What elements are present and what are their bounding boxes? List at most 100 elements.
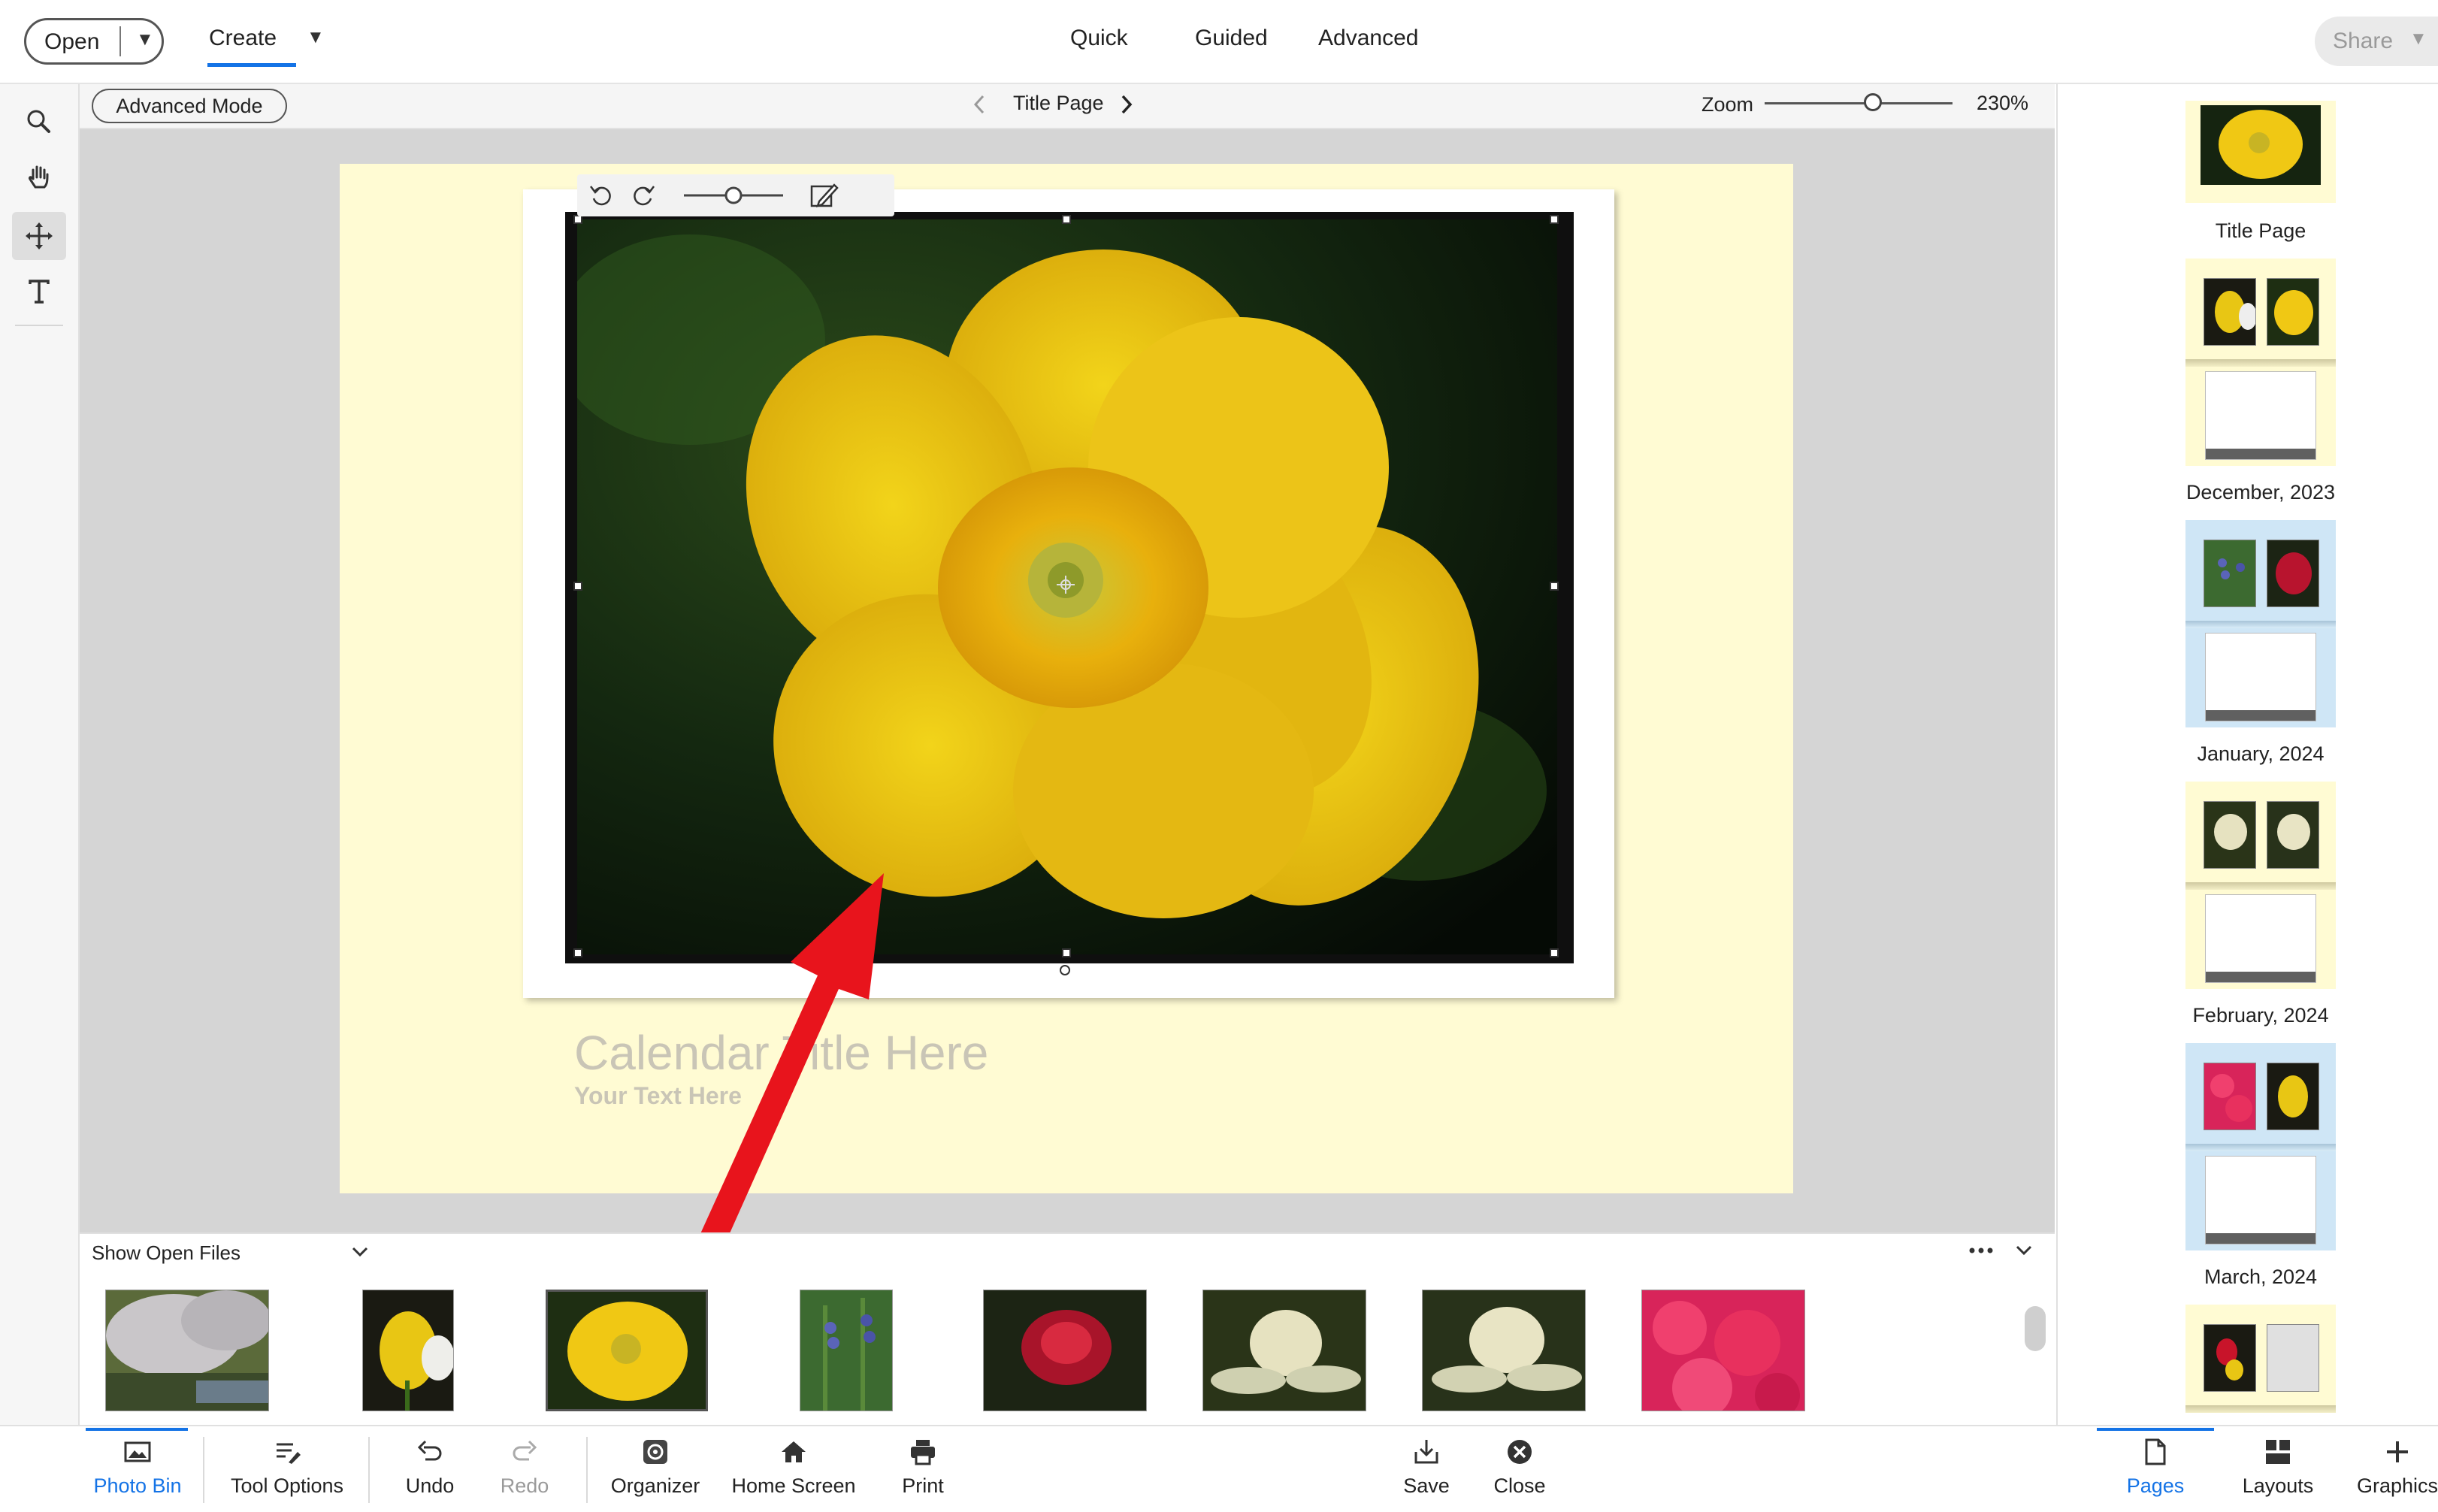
type-tool[interactable]	[12, 268, 66, 316]
layouts-label: Layouts	[2242, 1474, 2314, 1497]
edit-image-icon[interactable]	[809, 182, 839, 210]
title-page-preview	[2185, 101, 2336, 203]
bin-photo-yellow-buttercup[interactable]	[546, 1290, 708, 1411]
december-mini-photo-2	[2267, 278, 2319, 346]
print-icon	[911, 1440, 935, 1465]
mode-tab-quick[interactable]: Quick	[1070, 26, 1128, 51]
rotate-handle-icon[interactable]	[1058, 963, 1072, 977]
advanced-mode-button[interactable]: Advanced Mode	[92, 89, 287, 123]
february-mini-photo-2	[2267, 801, 2319, 869]
type-icon	[29, 280, 50, 304]
open-dropdown-caret-icon[interactable]: ▼	[136, 29, 154, 50]
march-calendar-grid	[2205, 1156, 2316, 1244]
photo-bin-button[interactable]: Photo Bin	[90, 1437, 185, 1498]
zoom-value: 230%	[1977, 92, 2029, 114]
bin-photo-red-waratah[interactable]	[983, 1290, 1147, 1411]
page-thumb-title[interactable]	[2185, 101, 2336, 203]
hand-tool[interactable]	[12, 153, 66, 201]
image-size-slider[interactable]	[682, 185, 785, 206]
selection-handle-mr[interactable]	[1550, 582, 1559, 591]
graphics-label: Graphics	[2356, 1474, 2438, 1497]
december-divider	[2185, 359, 2336, 367]
selection-handle-tr[interactable]	[1550, 215, 1559, 224]
january-mini-photo-1	[2204, 540, 2256, 607]
march-calendar-half	[2185, 1151, 2336, 1250]
photo-bin-header	[80, 1232, 2055, 1275]
layouts-button[interactable]: Layouts	[2237, 1437, 2319, 1498]
share-button[interactable]: Share ▼	[2315, 17, 2438, 66]
redo-icon	[513, 1440, 537, 1461]
save-button[interactable]: Save	[1395, 1437, 1458, 1498]
january-calendar-grid	[2205, 633, 2316, 721]
bottom-bar	[0, 1425, 2438, 1512]
bin-photo-yellow-tulip[interactable]	[362, 1290, 454, 1411]
open-button-divider	[119, 26, 121, 56]
january-mini-photo-2	[2267, 540, 2319, 607]
rotate-left-icon[interactable]	[588, 182, 615, 209]
move-icon	[26, 222, 53, 249]
tool-options-button[interactable]: Tool Options	[225, 1437, 349, 1498]
close-button[interactable]: Close	[1488, 1437, 1551, 1498]
chevron-down-icon[interactable]	[349, 1244, 371, 1259]
february-mini-photo-1	[2204, 801, 2256, 869]
rotate-right-icon[interactable]	[630, 182, 657, 209]
selection-handle-ml[interactable]	[573, 582, 582, 591]
bluebells-thumbnail	[800, 1290, 892, 1411]
move-tool[interactable]	[12, 212, 66, 260]
close-label: Close	[1493, 1474, 1546, 1497]
bin-photo-white-waratah-2[interactable]	[1422, 1290, 1586, 1411]
zoom-slider-track[interactable]	[1765, 102, 1953, 104]
pages-button[interactable]: Pages	[2118, 1437, 2193, 1498]
bin-photo-pink-azaleas[interactable]	[1641, 1290, 1805, 1411]
selection-handle-bc[interactable]	[1062, 948, 1071, 957]
print-label: Print	[902, 1474, 944, 1497]
graphics-icon	[2387, 1441, 2408, 1462]
march-mini-photo-2	[2267, 1063, 2319, 1130]
graphics-button[interactable]: Graphics	[2357, 1437, 2438, 1498]
selection-handle-br[interactable]	[1550, 948, 1559, 957]
organizer-button[interactable]: Organizer	[607, 1437, 703, 1498]
photo-bin-source-dropdown[interactable]: Show Open Files	[92, 1241, 240, 1265]
create-dropdown-caret-icon[interactable]: ▼	[307, 27, 325, 48]
selection-handle-bl[interactable]	[573, 948, 582, 957]
zoom-tool[interactable]	[12, 98, 66, 146]
more-options-icon[interactable]	[1966, 1243, 1996, 1258]
bin-photo-white-waratah-1[interactable]	[1202, 1290, 1366, 1411]
save-icon	[1414, 1440, 1438, 1464]
february-calendar-grid	[2205, 894, 2316, 983]
bin-photo-wisteria[interactable]	[105, 1290, 269, 1411]
april-mini-photo-1	[2204, 1324, 2256, 1392]
share-dropdown-caret-icon[interactable]: ▼	[2409, 29, 2427, 50]
hand-icon	[29, 165, 49, 189]
page-thumb-january[interactable]	[2185, 520, 2336, 727]
mode-tab-advanced[interactable]: Advanced	[1318, 26, 1418, 51]
zoom-icon	[27, 110, 50, 133]
previous-page-icon[interactable]	[971, 93, 988, 116]
bin-photo-bluebells[interactable]	[800, 1290, 893, 1411]
next-page-icon[interactable]	[1118, 93, 1135, 116]
mode-tab-guided[interactable]: Guided	[1195, 26, 1268, 51]
home-screen-button[interactable]: Home Screen	[730, 1437, 857, 1498]
collapse-bin-chevron-icon[interactable]	[2013, 1243, 2035, 1258]
photo-bin-scrollbar-thumb[interactable]	[2025, 1306, 2046, 1351]
page-label-february: February, 2024	[2192, 1004, 2329, 1027]
pages-label: Pages	[2126, 1474, 2185, 1497]
yellow-tulip-thumbnail	[363, 1290, 453, 1411]
zoom-slider-knob[interactable]	[1864, 93, 1882, 111]
page-thumb-april-partial[interactable]	[2185, 1305, 2336, 1425]
january-divider	[2185, 621, 2336, 628]
open-button[interactable]: Open ▼	[24, 18, 164, 65]
april-divider	[2185, 1405, 2336, 1413]
page-thumb-march[interactable]	[2185, 1043, 2336, 1250]
page-label-march: March, 2024	[2204, 1266, 2318, 1288]
january-calendar-half	[2185, 628, 2336, 727]
redo-button[interactable]: Redo	[493, 1437, 556, 1498]
create-menu[interactable]: Create	[209, 26, 277, 51]
selection-handle-tc[interactable]	[1062, 215, 1071, 224]
toolbox-divider	[15, 325, 63, 326]
undo-button[interactable]: Undo	[398, 1437, 461, 1498]
page-thumb-february[interactable]	[2185, 782, 2336, 989]
page-thumb-december[interactable]	[2185, 259, 2336, 466]
print-button[interactable]: Print	[891, 1437, 954, 1498]
undo-icon	[417, 1440, 442, 1461]
